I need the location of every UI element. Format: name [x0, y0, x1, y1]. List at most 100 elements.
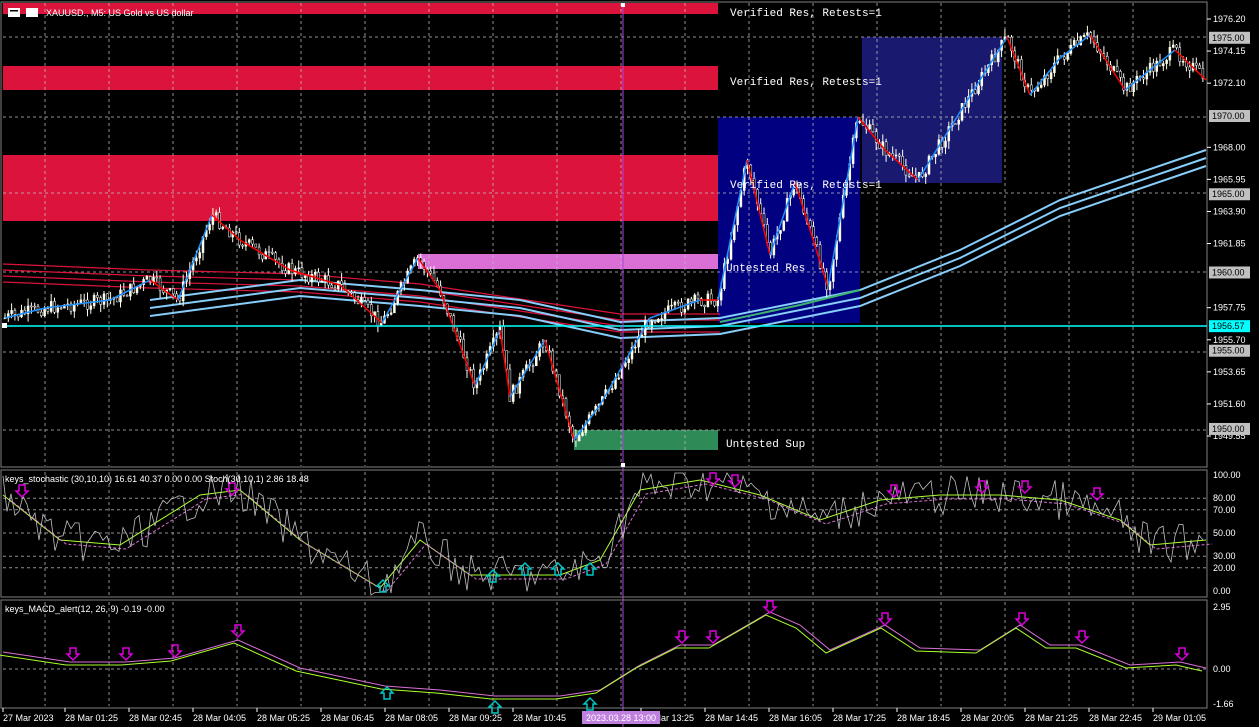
- candle-body: [297, 267, 300, 270]
- macd-axis-label: 2.95: [1213, 602, 1231, 612]
- candle-body: [1030, 84, 1033, 91]
- stochastic-axis-label: 0.00: [1213, 586, 1231, 596]
- time-label: 28 Mar 06:45: [321, 713, 374, 723]
- candle-body: [1162, 63, 1165, 67]
- price-label: 1972.10: [1213, 78, 1246, 88]
- candle-body: [10, 310, 13, 314]
- candle-body: [46, 308, 50, 312]
- candle-body: [1086, 32, 1089, 36]
- chart-background: [0, 0, 1259, 727]
- time-label: 28 Mar 05:25: [257, 713, 310, 723]
- price-label: 1957.75: [1213, 303, 1246, 313]
- time-label: 28 Mar 10:45: [513, 713, 566, 723]
- candle-body: [459, 336, 462, 340]
- candle-body: [1142, 77, 1145, 80]
- macd-axis-label: -1.66: [1213, 699, 1234, 709]
- time-label: 28 Mar 09:25: [449, 713, 502, 723]
- candle-body: [13, 310, 17, 315]
- candle-body: [660, 318, 663, 320]
- candle-body: [320, 280, 324, 283]
- price-label: 1955.70: [1213, 335, 1246, 345]
- crosshair-handle-bottom[interactable]: [621, 463, 625, 467]
- candle-body: [340, 280, 343, 285]
- window-menu-icon-bar: [10, 10, 18, 12]
- candle-body: [907, 174, 911, 177]
- candle-body: [977, 85, 980, 94]
- candle-body: [762, 213, 766, 225]
- candle-body: [175, 293, 178, 299]
- time-label: 28 Mar 02:45: [129, 713, 182, 723]
- candle-body: [1016, 59, 1020, 62]
- candle-body: [247, 239, 251, 243]
- candle-body: [696, 294, 700, 299]
- candle-body: [317, 272, 320, 283]
- candle-body: [330, 284, 333, 288]
- candle-body: [901, 156, 904, 166]
- candle-body: [884, 141, 888, 156]
- time-label: 28 Mar 04:05: [193, 713, 246, 723]
- candle-body: [683, 308, 687, 313]
- candle-body: [234, 231, 238, 234]
- candle-body: [393, 302, 396, 314]
- price-level-text: 1965.00: [1212, 189, 1245, 199]
- candle-body: [363, 297, 366, 301]
- candle-body: [221, 226, 225, 229]
- candle-body: [1115, 66, 1119, 72]
- candle-body: [640, 334, 644, 337]
- candle-body: [333, 287, 337, 290]
- candle-body: [145, 276, 149, 280]
- candle-body: [858, 121, 861, 123]
- candle-body: [531, 365, 535, 368]
- candle-body: [1039, 84, 1043, 88]
- stochastic-axis-label: 30.00: [1213, 551, 1236, 561]
- candle-body: [168, 288, 172, 291]
- candle-body: [82, 299, 86, 302]
- price-level-text: 1970.00: [1212, 111, 1245, 121]
- price-label: 1965.95: [1213, 174, 1246, 184]
- candle-body: [251, 239, 254, 245]
- chart-type-icon[interactable]: [26, 8, 38, 17]
- window-menu-icon[interactable]: [8, 8, 20, 17]
- candle-body: [40, 311, 43, 316]
- candle-body: [927, 155, 931, 175]
- candle-body: [208, 224, 211, 231]
- candle-body: [310, 274, 314, 283]
- candle-body: [261, 254, 264, 260]
- range-box-dark: [862, 37, 1002, 183]
- stochastic-axis-label: 20.00: [1213, 563, 1236, 573]
- price-label: 1961.85: [1213, 239, 1246, 249]
- zone-label-untested-res: Untested Res: [726, 263, 805, 275]
- crosshair-handle-top[interactable]: [621, 3, 625, 7]
- candle-body: [1082, 34, 1086, 37]
- candle-body: [653, 321, 657, 323]
- candle-body: [703, 304, 706, 307]
- candle-body: [690, 298, 693, 302]
- price-level-text: 1960.00: [1212, 267, 1245, 277]
- price-level-text: 1975.00: [1212, 33, 1245, 43]
- time-label: 28 Mar 01:25: [65, 713, 118, 723]
- candle-body: [327, 275, 330, 286]
- price-line-handle-left[interactable]: [2, 323, 7, 328]
- candle-body: [868, 124, 871, 130]
- candle-body: [360, 297, 363, 304]
- candle-body: [389, 312, 393, 315]
- candle-body: [634, 346, 637, 349]
- price-label: 1951.60: [1213, 399, 1246, 409]
- candle-body: [617, 377, 621, 380]
- time-label: 28 Mar 21:25: [1025, 713, 1078, 723]
- candle-body: [960, 103, 964, 121]
- candle-body: [782, 221, 786, 231]
- time-label: 29 Mar 01:05: [1153, 713, 1206, 723]
- candle-body: [657, 318, 660, 323]
- candle-body: [779, 230, 782, 234]
- candle-body: [581, 432, 584, 436]
- trading-chart[interactable]: Verified Res, Retests=1 Verified Res, Re…: [0, 0, 1259, 727]
- zone-label-res2: Verified Res, Retests=1: [730, 77, 882, 89]
- untested-support-zone: [574, 430, 718, 450]
- candle-body: [1046, 75, 1050, 80]
- candle-body: [673, 301, 677, 306]
- candle-body: [254, 243, 258, 248]
- candle-body: [1195, 62, 1198, 66]
- candle-body: [307, 275, 310, 283]
- candle-body: [610, 388, 614, 390]
